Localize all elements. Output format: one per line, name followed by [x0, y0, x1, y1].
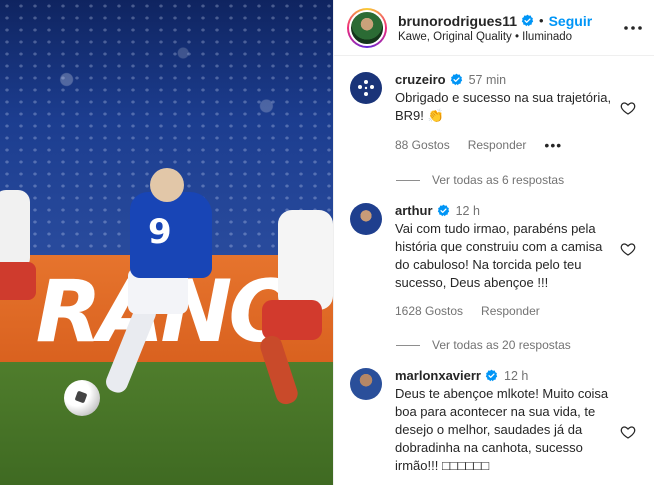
instagram-post: RANO 9 brunorodrigues11: [0, 0, 654, 485]
avatar[interactable]: [350, 368, 382, 400]
view-replies-button[interactable]: Ver todas as 6 respostas: [396, 173, 654, 187]
more-options-button[interactable]: [622, 17, 644, 39]
comment-time[interactable]: 12 h: [504, 369, 528, 383]
shirt-number: 9: [148, 212, 172, 252]
like-heart-icon[interactable]: [620, 424, 636, 440]
comment-time[interactable]: 12 h: [456, 204, 480, 218]
comments-panel: brunorodrigues11 • Seguir Kawe, Original…: [333, 0, 654, 485]
football: [64, 380, 100, 416]
author-avatar[interactable]: [347, 7, 387, 48]
comment-item: marlonxavierr 12 h Deus te abençoe mlkot…: [334, 368, 654, 475]
like-heart-icon[interactable]: [620, 241, 636, 257]
like-heart-icon[interactable]: [620, 100, 636, 116]
comment-likes[interactable]: 1628 Gostos: [395, 304, 463, 318]
view-replies-button[interactable]: Ver todas as 20 respostas: [396, 338, 654, 352]
comment-text: Obrigado e sucesso na sua trajetória, BR…: [395, 90, 612, 123]
comment-options-button[interactable]: •••: [544, 137, 562, 153]
reply-button[interactable]: Responder: [468, 138, 527, 152]
comment-username[interactable]: marlonxavierr: [395, 368, 481, 383]
reply-button[interactable]: Responder: [481, 304, 540, 318]
post-header: brunorodrigues11 • Seguir Kawe, Original…: [334, 0, 654, 56]
audio-subtitle[interactable]: Kawe, Original Quality • Iluminado: [398, 31, 622, 43]
cruzeiro-stars-icon: [358, 80, 374, 96]
avatar[interactable]: [350, 203, 382, 235]
comment-item: cruzeiro 57 min Obrigado e sucesso na su…: [334, 72, 654, 153]
verified-badge-icon: [521, 14, 534, 27]
comment-item: arthur 12 h Vai com tudo irmao, parabéns…: [334, 203, 654, 318]
comment-username[interactable]: cruzeiro: [395, 72, 446, 87]
verified-badge-icon: [450, 73, 462, 86]
more-horizontal-icon: [624, 25, 642, 30]
comment-time[interactable]: 57 min: [469, 73, 507, 87]
follow-button[interactable]: Seguir: [549, 13, 593, 29]
avatar[interactable]: [350, 72, 382, 104]
comment-text: Vai com tudo irmao, parabéns pela histór…: [395, 221, 603, 290]
verified-badge-icon: [485, 369, 498, 382]
post-video[interactable]: RANO 9: [0, 0, 333, 485]
replies-divider: [396, 344, 420, 346]
comment-text: Deus te abençoe mlkote! Muito coisa boa …: [395, 386, 609, 473]
comment-likes[interactable]: 88 Gostos: [395, 138, 450, 152]
verified-badge-icon: [437, 204, 449, 217]
replies-divider: [396, 179, 420, 181]
opponent-player-right: [278, 210, 333, 310]
comments-list: cruzeiro 57 min Obrigado e sucesso na su…: [334, 56, 654, 485]
comment-username[interactable]: arthur: [395, 203, 433, 218]
author-username[interactable]: brunorodrigues11: [398, 13, 517, 29]
opponent-player-left: [0, 190, 30, 270]
